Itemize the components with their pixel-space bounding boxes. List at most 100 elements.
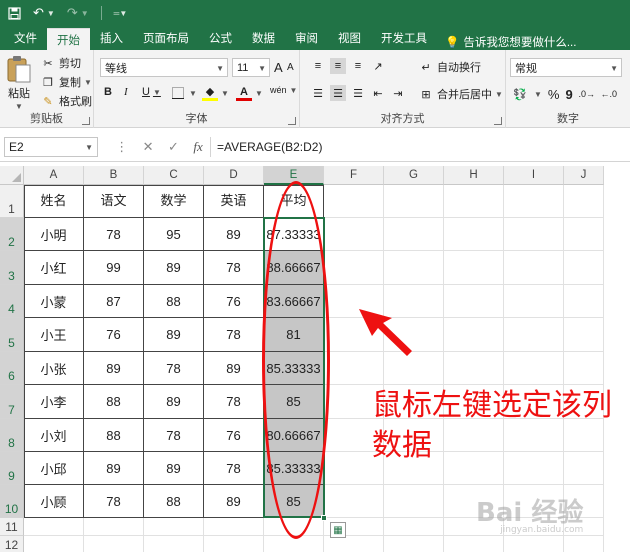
empty-cell[interactable] <box>204 518 264 536</box>
column-header-D[interactable]: D <box>204 166 264 185</box>
empty-cell[interactable] <box>564 285 604 318</box>
fill-handle[interactable] <box>321 515 327 521</box>
tab-5[interactable]: 数据 <box>242 26 285 50</box>
empty-cell[interactable] <box>384 185 444 218</box>
empty-cell[interactable] <box>384 251 444 285</box>
empty-cell[interactable] <box>384 518 444 536</box>
column-header-E[interactable]: E <box>264 166 324 185</box>
empty-cell[interactable] <box>504 218 564 251</box>
header-cell[interactable]: 数学 <box>144 185 204 218</box>
decrease-indent-icon[interactable]: ⇤ <box>370 85 386 101</box>
confirm-icon[interactable]: ✓ <box>168 139 179 155</box>
empty-cell[interactable] <box>84 536 144 552</box>
table-cell[interactable]: 89 <box>204 218 264 251</box>
header-cell[interactable]: 姓名 <box>24 185 84 218</box>
paste-button[interactable]: 粘贴 ▼ <box>6 54 32 111</box>
empty-cell[interactable] <box>504 536 564 552</box>
table-cell[interactable]: 小刘 <box>24 419 84 452</box>
alignment-launcher-icon[interactable] <box>494 117 502 125</box>
empty-cell[interactable] <box>444 352 504 385</box>
tab-6[interactable]: 审阅 <box>285 26 328 50</box>
empty-cell[interactable] <box>324 352 384 385</box>
empty-cell[interactable] <box>24 518 84 536</box>
row-header-4[interactable]: 4 <box>0 285 24 318</box>
redo-icon[interactable]: ↷ ▼ <box>67 5 89 21</box>
empty-cell[interactable] <box>504 251 564 285</box>
percent-button[interactable]: % <box>548 87 560 102</box>
table-cell[interactable]: 小李 <box>24 385 84 419</box>
table-cell[interactable]: 85 <box>264 385 324 419</box>
empty-cell[interactable] <box>204 536 264 552</box>
align-bottom-icon[interactable]: ≡ <box>350 58 366 74</box>
table-cell[interactable]: 88 <box>144 485 204 518</box>
empty-cell[interactable] <box>564 536 604 552</box>
name-box[interactable]: E2 ▼ <box>4 137 98 157</box>
tab-1[interactable]: 开始 <box>47 28 90 50</box>
bold-button[interactable]: B <box>104 86 112 98</box>
empty-cell[interactable] <box>324 285 384 318</box>
row-header-5[interactable]: 5 <box>0 318 24 352</box>
undo-icon[interactable]: ↶ ▼ <box>33 5 55 21</box>
header-cell[interactable]: 语文 <box>84 185 144 218</box>
table-cell[interactable]: 小张 <box>24 352 84 385</box>
empty-cell[interactable] <box>324 485 384 518</box>
empty-cell[interactable] <box>444 318 504 352</box>
header-cell[interactable]: 平均 <box>264 185 324 218</box>
italic-button[interactable]: I <box>124 86 128 98</box>
table-cell[interactable]: 80.66667 <box>264 419 324 452</box>
table-cell[interactable]: 81 <box>264 318 324 352</box>
row-header-11[interactable]: 11 <box>0 518 24 536</box>
row-header-10[interactable]: 10 <box>0 485 24 518</box>
empty-cell[interactable] <box>564 185 604 218</box>
comma-button[interactable]: 9 <box>565 87 572 102</box>
table-cell[interactable]: 小红 <box>24 251 84 285</box>
tab-7[interactable]: 视图 <box>328 26 371 50</box>
align-middle-icon[interactable]: ≡ <box>330 58 346 74</box>
column-header-I[interactable]: I <box>504 166 564 185</box>
table-cell[interactable]: 89 <box>144 251 204 285</box>
column-header-F[interactable]: F <box>324 166 384 185</box>
quick-analysis-button[interactable]: ▦ <box>330 522 346 538</box>
empty-cell[interactable] <box>564 218 604 251</box>
tab-3[interactable]: 页面布局 <box>133 26 199 50</box>
column-header-H[interactable]: H <box>444 166 504 185</box>
empty-cell[interactable] <box>564 318 604 352</box>
empty-cell[interactable] <box>564 251 604 285</box>
table-cell[interactable]: 88 <box>84 419 144 452</box>
font-size-select[interactable]: 11 ▼ <box>232 58 270 77</box>
tab-4[interactable]: 公式 <box>199 26 242 50</box>
table-cell[interactable]: 76 <box>204 285 264 318</box>
copy-button[interactable]: ❐ 复制 ▼ <box>40 74 92 90</box>
shrink-font-button[interactable]: A <box>287 62 294 73</box>
number-format-select[interactable]: 常规 ▼ <box>510 58 622 77</box>
font-name-select[interactable]: 等线 ▼ <box>100 58 228 77</box>
empty-cell[interactable] <box>444 185 504 218</box>
table-cell[interactable]: 85.33333 <box>264 352 324 385</box>
row-header-6[interactable]: 6 <box>0 352 24 385</box>
header-cell[interactable]: 英语 <box>204 185 264 218</box>
align-center-icon[interactable]: ☰ <box>330 85 346 101</box>
empty-cell[interactable] <box>444 251 504 285</box>
column-header-B[interactable]: B <box>84 166 144 185</box>
empty-cell[interactable] <box>324 218 384 251</box>
table-cell[interactable]: 76 <box>84 318 144 352</box>
row-header-1[interactable]: 1 <box>0 185 24 218</box>
copy-dropdown-icon[interactable]: ▼ <box>84 78 92 87</box>
empty-cell[interactable] <box>504 318 564 352</box>
empty-cell[interactable] <box>384 318 444 352</box>
empty-cell[interactable] <box>384 285 444 318</box>
row-header-12[interactable]: 12 <box>0 536 24 552</box>
align-right-icon[interactable]: ☰ <box>350 85 366 101</box>
empty-cell[interactable] <box>444 218 504 251</box>
customize-qat-icon[interactable]: ═▼ <box>114 9 128 18</box>
empty-cell[interactable] <box>324 318 384 352</box>
borders-button[interactable]: ▼ <box>170 85 197 101</box>
table-cell[interactable]: 89 <box>204 352 264 385</box>
table-cell[interactable]: 小明 <box>24 218 84 251</box>
align-left-icon[interactable]: ☰ <box>310 85 326 101</box>
column-header-C[interactable]: C <box>144 166 204 185</box>
row-header-8[interactable]: 8 <box>0 419 24 452</box>
empty-cell[interactable] <box>444 285 504 318</box>
empty-cell[interactable] <box>504 185 564 218</box>
table-cell[interactable]: 小顾 <box>24 485 84 518</box>
